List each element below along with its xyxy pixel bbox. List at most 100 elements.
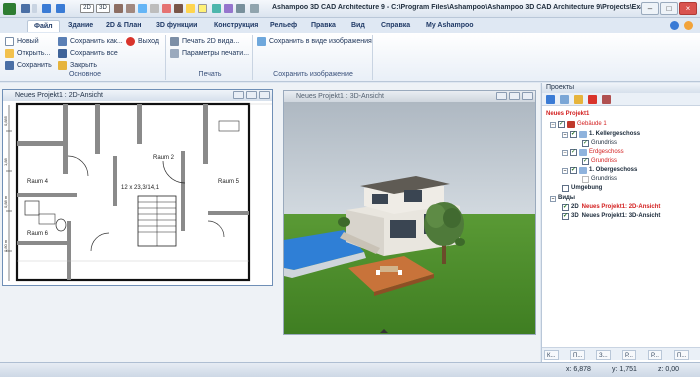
exit-button[interactable]: Выход [126, 36, 159, 47]
folder-icon[interactable] [574, 95, 583, 104]
save-button[interactable]: Сохранить [5, 60, 52, 71]
view-2d-minimize-button[interactable] [233, 91, 244, 99]
collapse-icon[interactable]: – [550, 121, 556, 128]
app-logo-icon[interactable] [3, 3, 16, 15]
pointer-icon[interactable] [198, 4, 207, 13]
panel-tab[interactable]: З... [596, 350, 611, 360]
tree-view3d-prefix: 3D [571, 213, 579, 219]
settings-icon[interactable] [250, 4, 259, 13]
tree-item-views[interactable]: – Виды [550, 194, 575, 203]
tree-item-view-2d[interactable]: ✓ 2D Neues Projekt1: 2D-Ansicht [562, 203, 660, 212]
tree-item-ground-floor[interactable]: – ✓ Erdgeschoss [562, 148, 624, 157]
tab-view[interactable]: Вид [345, 20, 371, 32]
wall-icon[interactable] [114, 4, 123, 13]
tree-item-ground-plan[interactable]: ✓ Grundriss [582, 157, 617, 166]
status-bar: x: 6,878 y: 1,751 z: 0,00 [0, 362, 700, 377]
dropdown-icon[interactable] [32, 4, 37, 13]
panel-tab[interactable]: Р... [648, 350, 662, 360]
render-icon[interactable] [224, 4, 233, 13]
tree-item-basement[interactable]: – ✓ 1. Kellergeschoss [562, 130, 640, 139]
tab-help[interactable]: Справка [375, 20, 416, 32]
collapse-icon[interactable]: – [562, 149, 568, 156]
tab-3d-functions[interactable]: 3D функции [150, 20, 203, 32]
save-icon[interactable] [21, 4, 30, 13]
maximize-button[interactable]: □ [660, 2, 678, 15]
check-icon[interactable] [546, 95, 555, 104]
roof-icon[interactable] [162, 4, 171, 13]
collapse-icon[interactable]: – [550, 195, 556, 202]
render-3d-canvas[interactable] [284, 102, 535, 334]
image-icon[interactable] [560, 95, 569, 104]
building-icon [567, 121, 575, 128]
panel-tab[interactable]: П... [570, 350, 586, 360]
view-2d-maximize-button[interactable] [246, 91, 257, 99]
checkbox[interactable]: ✓ [562, 213, 569, 220]
camera-icon[interactable] [236, 4, 245, 13]
save-all-button[interactable]: Сохранить все [58, 48, 118, 59]
door-icon[interactable] [126, 4, 135, 13]
stairs-icon[interactable] [150, 4, 159, 13]
checkbox[interactable]: ✓ [582, 158, 589, 165]
fence-icon[interactable] [174, 4, 183, 13]
print-params-button[interactable]: Параметры печати... [170, 48, 249, 59]
tab-2d-plan[interactable]: 2D & План [100, 20, 148, 32]
help-icon[interactable] [670, 21, 679, 30]
tree-view2d-prefix: 2D [571, 204, 579, 210]
tree-item-basement-plan[interactable]: ✓ Grundriss [582, 139, 617, 148]
delete-icon[interactable] [588, 95, 597, 104]
view-2d-close-button[interactable] [259, 91, 270, 99]
exit-icon [126, 37, 135, 46]
print-2d-button[interactable]: Печать 2D вида... [170, 36, 239, 47]
tab-building[interactable]: Здание [62, 20, 99, 32]
2d-view-icon[interactable]: 2D [80, 4, 94, 13]
collapse-icon[interactable]: – [562, 167, 568, 174]
checkbox[interactable]: ✓ [562, 204, 569, 211]
tree-item-upper-floor[interactable]: – ✓ 1. Obergeschoss [562, 166, 637, 175]
tab-file[interactable]: Файл [27, 20, 60, 32]
checkbox[interactable] [562, 185, 569, 192]
tree-item-project[interactable]: Neues Projekt1 [546, 110, 589, 119]
undo-icon[interactable] [42, 4, 51, 13]
window-icon[interactable] [138, 4, 147, 13]
measure-icon[interactable] [212, 4, 221, 13]
checkbox[interactable]: ✓ [570, 149, 577, 156]
tree-surroundings-label: Umgebung [571, 185, 603, 191]
floor-plan-canvas[interactable]: Raum 2 Raum 4 Raum 5 Raum 6 12 x 23,3/14… [3, 101, 272, 285]
tab-my-ashampoo[interactable]: My Ashampoo [420, 20, 480, 32]
info-icon[interactable] [684, 21, 693, 30]
close-project-button[interactable]: Закрыть [58, 60, 97, 71]
print-2d-label: Печать 2D вида... [182, 38, 240, 45]
checkbox[interactable]: ✓ [558, 121, 565, 128]
view-3d-window[interactable]: Neues Projekt1 : 3D-Ansicht [283, 90, 536, 335]
tab-edit[interactable]: Правка [305, 20, 342, 32]
tree-item-surroundings[interactable]: Umgebung [562, 184, 602, 193]
save-as-button[interactable]: Сохранить как... [58, 36, 123, 47]
view-3d-maximize-button[interactable] [509, 92, 520, 100]
new-label: Новый [17, 38, 39, 45]
minimize-button[interactable]: – [641, 2, 659, 15]
tree-item-view-3d[interactable]: ✓ 3D Neues Projekt1: 3D-Ansicht [562, 212, 660, 221]
checkbox[interactable]: ✓ [582, 140, 589, 147]
panel-tab[interactable]: Р... [622, 350, 636, 360]
tree-item-upper-plan[interactable]: Grundriss [582, 175, 617, 184]
panel-tab[interactable]: К... [544, 350, 559, 360]
redo-icon[interactable] [56, 4, 65, 13]
view-3d-minimize-button[interactable] [496, 92, 507, 100]
checkbox[interactable]: ✓ [570, 167, 577, 174]
panel-tab[interactable]: П... [674, 350, 690, 360]
checkbox[interactable]: ✓ [570, 131, 577, 138]
house-icon[interactable] [602, 95, 611, 104]
open-button[interactable]: Открыть... [5, 48, 50, 59]
view-3d-close-button[interactable] [522, 92, 533, 100]
collapse-icon[interactable]: – [562, 131, 568, 138]
panel-tabs: К... П... З... Р... Р... П... [542, 347, 700, 360]
view-2d-window[interactable]: Neues Projekt1 : 2D-Ansicht Raum 2 Raum … [2, 89, 273, 286]
3d-view-icon[interactable]: 3D [96, 4, 110, 13]
tree-item-building[interactable]: – ✓ Gebäude 1 [550, 120, 607, 129]
select-icon[interactable] [186, 4, 195, 13]
tab-construction[interactable]: Конструкция [208, 20, 264, 32]
save-image-button[interactable]: Сохранить в виде изображения [257, 36, 372, 47]
new-button[interactable]: Новый [5, 36, 39, 47]
close-button[interactable]: × [679, 2, 697, 15]
tab-terrain[interactable]: Рельеф [264, 20, 303, 32]
